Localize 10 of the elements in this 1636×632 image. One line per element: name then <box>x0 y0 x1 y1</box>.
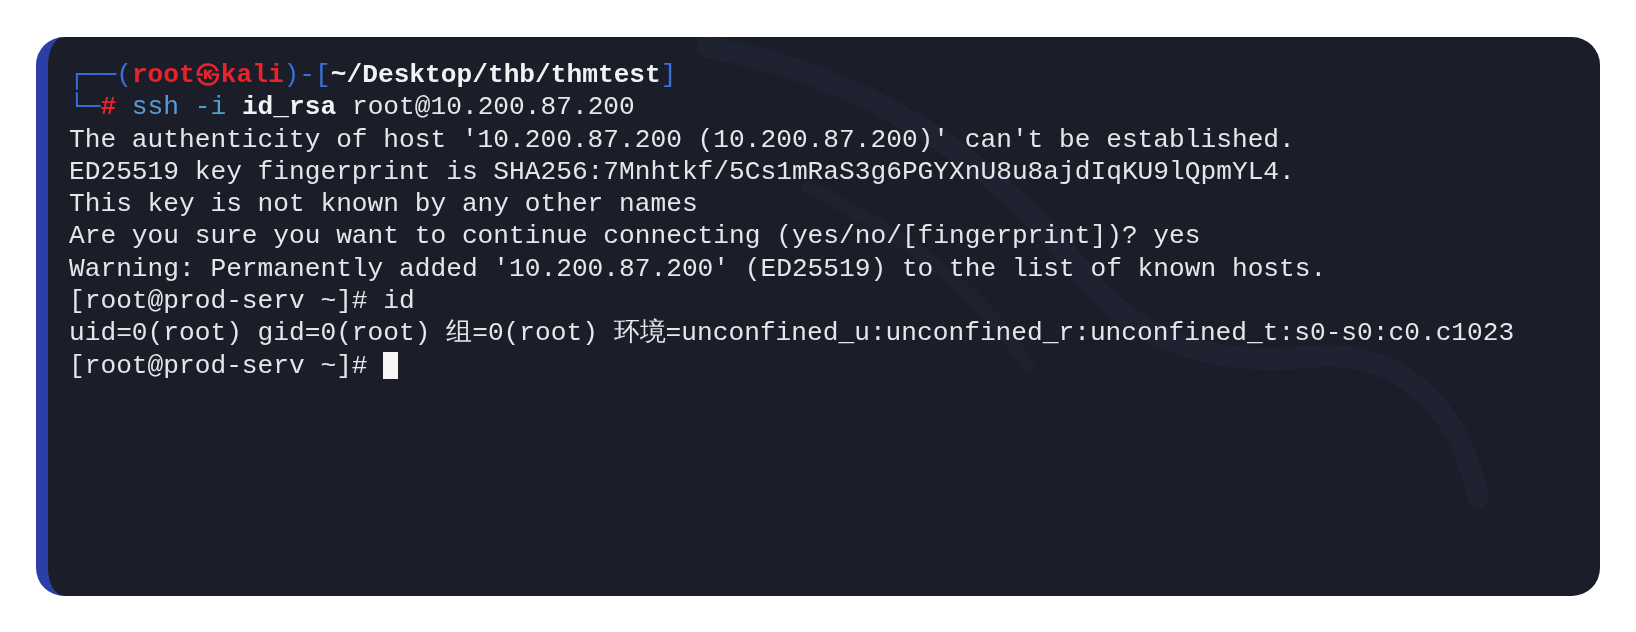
terminal-line: uid=0(root) gid=0(root) 组=0(root) 环境=unconfined_u:unconfined_r:unconfined_t:s0-s0:c0.c1023 <box>69 317 1515 350</box>
terminal-line: ED25519 key fingerprint is SHA256:7Mnhtkf/5Cs1mRaS3g6PGYXnU8u8ajdIqKU9lQpmYL4. <box>69 155 1295 189</box>
terminal-line: [root@prod-serv ~]# id <box>69 285 415 318</box>
terminal-line: └─# ssh -i id_rsa root@10.200.87.200 <box>69 91 635 124</box>
terminal-line: ┌──(root㉿kali)-[~/Desktop/thb/thmtest] <box>69 59 677 92</box>
terminal-line: This key is not known by any other names <box>69 188 698 221</box>
terminal-line: Are you sure you want to continue connecting (yes/no/[fingerprint])? yes <box>69 220 1201 253</box>
terminal-line: Warning: Permanently added '10.200.87.200' (ED25519) to the list of known hosts. <box>69 252 1327 286</box>
terminal-line: [root@prod-serv ~]# <box>69 349 369 382</box>
terminal-line: The authenticity of host '10.200.87.200 (10.200.87.200)' can't be established. <box>69 123 1295 156</box>
